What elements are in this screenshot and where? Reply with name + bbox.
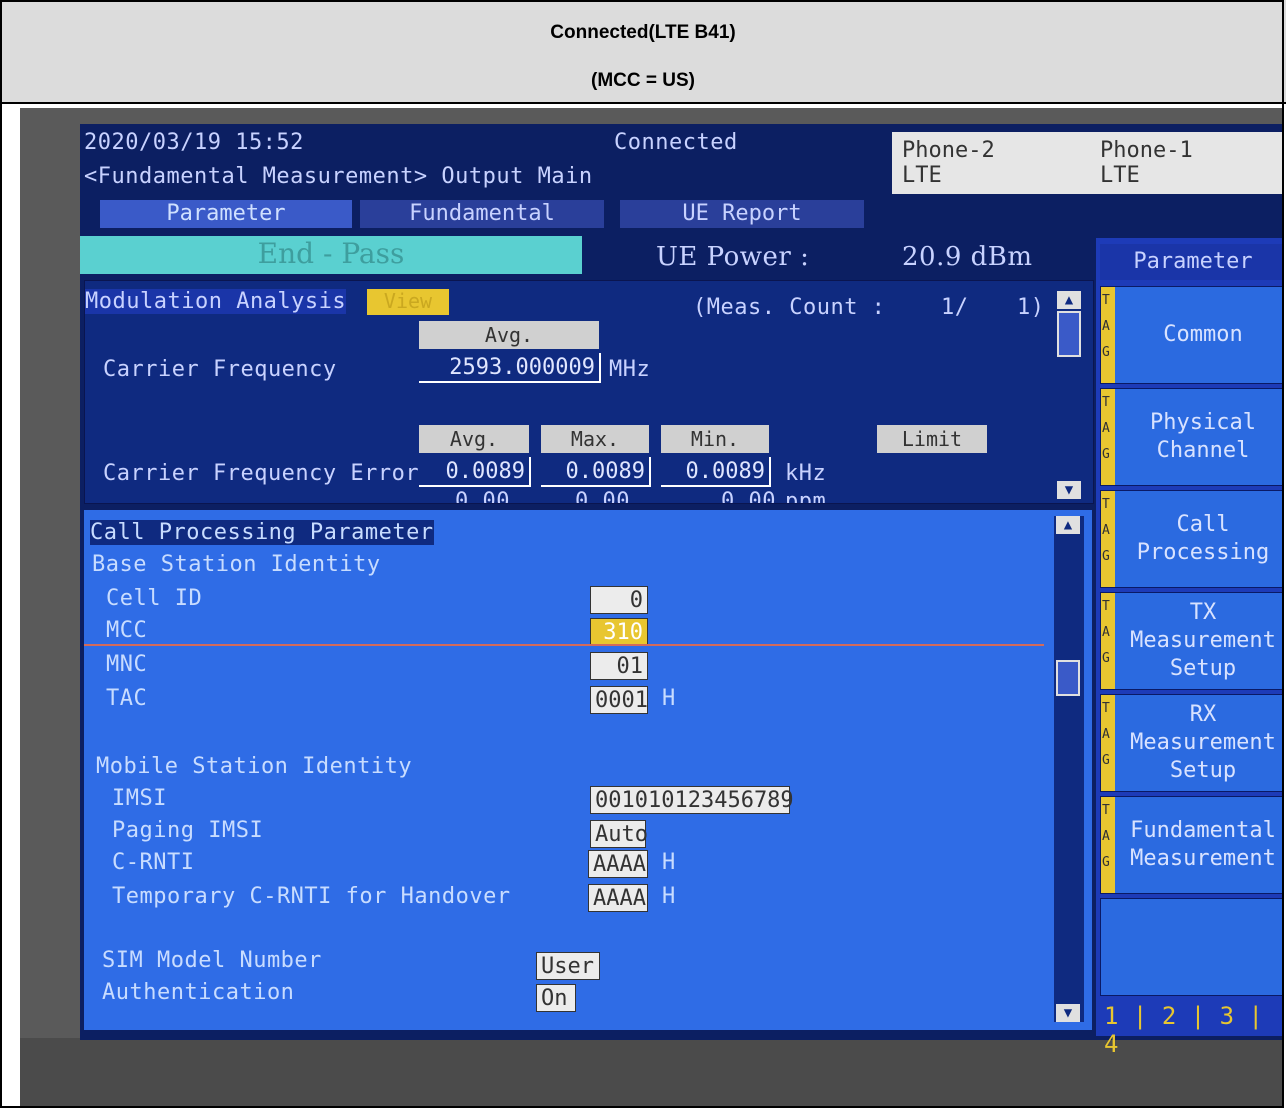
figure-border bbox=[0, 0, 1284, 1108]
